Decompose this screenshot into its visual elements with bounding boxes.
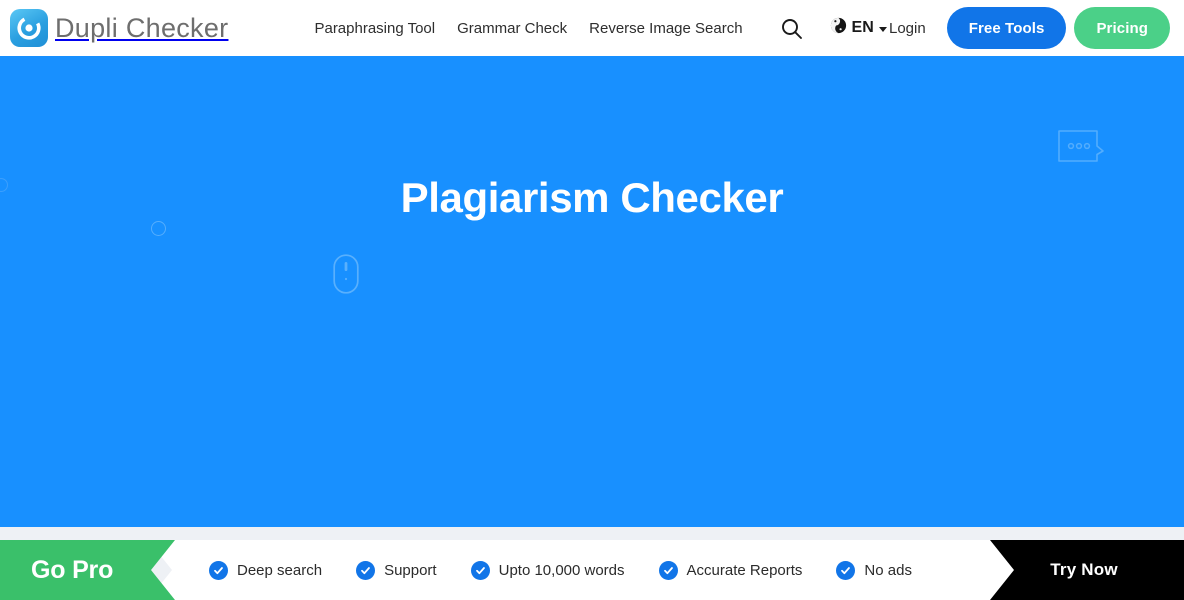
go-pro-cta-bar: Try Now Deep search Support Upto 10,000 … bbox=[0, 540, 1184, 600]
check-circle-icon bbox=[356, 560, 376, 580]
feature-item-support: Support bbox=[356, 560, 437, 580]
circle-outline-decoration bbox=[151, 221, 166, 236]
pricing-button[interactable]: Pricing bbox=[1074, 7, 1170, 49]
search-icon[interactable] bbox=[780, 17, 803, 40]
computer-mouse-outline-decoration bbox=[333, 254, 359, 294]
try-now-label: Try Now bbox=[1050, 560, 1118, 579]
feature-label: Accurate Reports bbox=[686, 561, 803, 579]
feature-item-deep-search: Deep search bbox=[209, 560, 323, 580]
go-pro-label: Go Pro bbox=[31, 555, 114, 584]
nav-item-grammar-check[interactable]: Grammar Check bbox=[446, 20, 578, 37]
feature-label: Support bbox=[384, 561, 437, 579]
features-strip: Deep search Support Upto 10,000 words Ac… bbox=[148, 540, 1014, 600]
features-list: Deep search Support Upto 10,000 words Ac… bbox=[209, 560, 912, 580]
page-title: Plagiarism Checker bbox=[400, 174, 784, 221]
check-circle-icon bbox=[658, 560, 678, 580]
login-link[interactable]: Login bbox=[889, 20, 926, 37]
hero-section: Plagiarism Checker bbox=[0, 56, 1184, 527]
site-logo-text: Dupli Checker bbox=[55, 12, 229, 43]
chat-bubble-dots-decoration bbox=[1057, 129, 1105, 165]
feature-label: No ads bbox=[864, 561, 912, 579]
try-now-button[interactable]: Try Now bbox=[984, 540, 1184, 600]
free-tools-button[interactable]: Free Tools bbox=[946, 7, 1067, 49]
nav-item-reverse-image-search[interactable]: Reverse Image Search bbox=[578, 20, 753, 37]
globe-icon bbox=[830, 17, 847, 39]
check-circle-icon bbox=[836, 560, 856, 580]
feature-item-word-limit: Upto 10,000 words bbox=[470, 560, 625, 580]
primary-nav: Paraphrasing Tool Grammar Check Reverse … bbox=[314, 17, 887, 40]
language-code: EN bbox=[851, 19, 874, 36]
site-logo[interactable]: Dupli Checker bbox=[10, 9, 228, 47]
nav-item-paraphrasing-tool[interactable]: Paraphrasing Tool bbox=[314, 20, 446, 37]
chevron-down-icon bbox=[878, 26, 887, 32]
feature-label: Deep search bbox=[237, 561, 323, 579]
feature-label: Upto 10,000 words bbox=[498, 561, 625, 579]
header-actions: Login Free Tools Pricing bbox=[889, 7, 1170, 49]
feature-item-no-ads: No ads bbox=[836, 560, 912, 580]
go-pro-ribbon[interactable]: Go Pro bbox=[0, 540, 175, 600]
check-circle-icon bbox=[470, 560, 490, 580]
feature-item-accurate-reports: Accurate Reports bbox=[658, 560, 803, 580]
check-circle-icon bbox=[209, 560, 228, 580]
site-header: Dupli Checker Paraphrasing Tool Grammar … bbox=[0, 0, 1184, 56]
page-root: Dupli Checker Paraphrasing Tool Grammar … bbox=[0, 0, 1184, 600]
language-selector[interactable]: EN bbox=[830, 17, 887, 39]
dupli-checker-c-logo-icon bbox=[10, 9, 48, 47]
